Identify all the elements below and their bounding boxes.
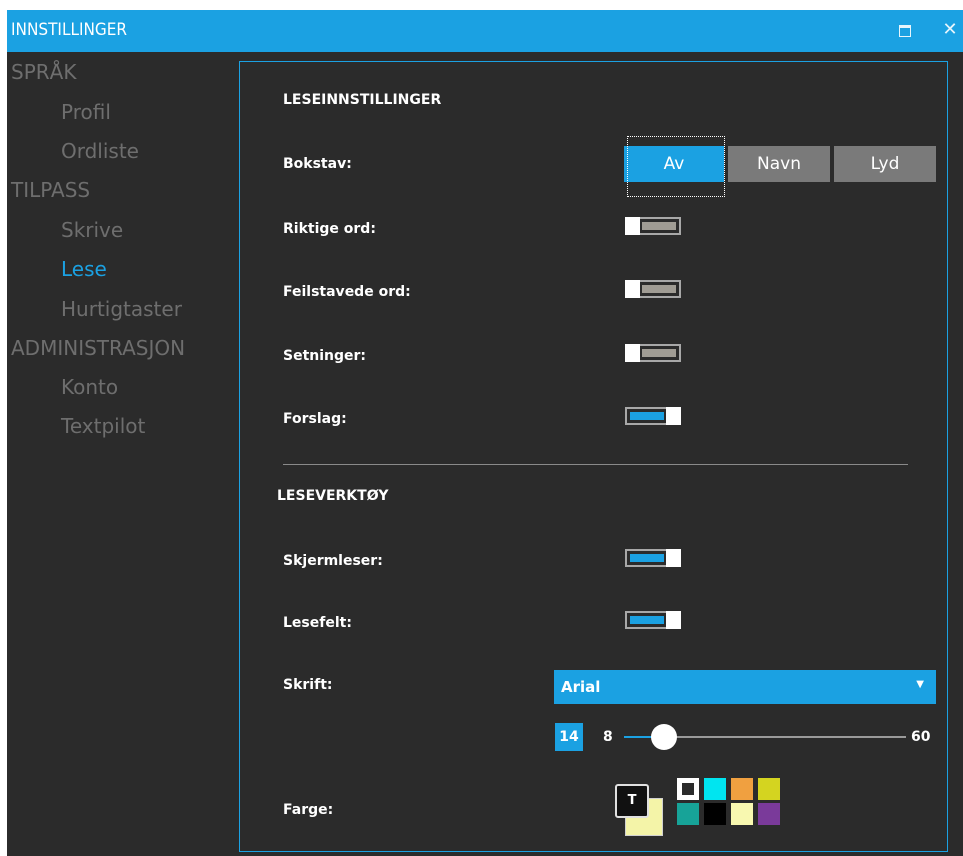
sidebar-section-administrasjon[interactable]: ADMINISTRASJON xyxy=(11,336,185,360)
sidebar-item-skrive[interactable]: Skrive xyxy=(61,218,123,242)
slider-thumb[interactable] xyxy=(651,724,677,750)
label-riktige-ord: Riktige ord: xyxy=(283,221,376,237)
color-swatch[interactable] xyxy=(758,778,780,800)
sidebar-section-tilpass[interactable]: TILPASS xyxy=(11,178,90,202)
segment-navn[interactable]: Navn xyxy=(728,146,830,182)
label-farge: Farge: xyxy=(283,802,334,818)
sidebar-item-profil[interactable]: Profil xyxy=(61,100,111,124)
color-swatch[interactable] xyxy=(677,778,699,800)
font-dropdown-value: Arial xyxy=(561,678,601,696)
toggle-setninger[interactable] xyxy=(625,344,681,362)
toggle-skjermleser[interactable] xyxy=(625,549,681,567)
label-bokstav: Bokstav: xyxy=(283,156,352,172)
label-forslag: Forslag: xyxy=(283,411,347,427)
sidebar-item-textpilot[interactable]: Textpilot xyxy=(61,414,145,438)
font-dropdown[interactable]: Arial ▼ xyxy=(554,670,936,704)
label-feilstavede-ord: Feilstavede ord: xyxy=(283,284,411,300)
text-color-preview[interactable]: T xyxy=(615,784,649,818)
color-swatch[interactable] xyxy=(731,803,753,825)
sidebar-section-sprak[interactable]: SPRÅK xyxy=(11,60,76,84)
close-icon[interactable]: ✕ xyxy=(938,18,962,42)
maximize-icon[interactable] xyxy=(893,18,917,42)
color-swatch[interactable] xyxy=(704,803,726,825)
section-divider xyxy=(283,464,908,465)
toggle-lesefelt[interactable] xyxy=(625,611,681,629)
sidebar-item-lese[interactable]: Lese xyxy=(61,257,107,281)
section-title-reading: LESEINNSTILLINGER xyxy=(283,92,442,108)
color-swatch[interactable] xyxy=(731,778,753,800)
font-size-slider[interactable] xyxy=(624,724,906,750)
section-title-tools: LESEVERKTØY xyxy=(277,488,389,504)
segment-lyd[interactable]: Lyd xyxy=(834,146,936,182)
toggle-riktige-ord[interactable] xyxy=(625,217,681,235)
settings-window: INNSTILLINGER ✕ SPRÅK Profil Ordliste TI… xyxy=(7,10,963,856)
window-title: INNSTILLINGER xyxy=(11,20,128,40)
color-swatch[interactable] xyxy=(677,803,699,825)
slider-min-label: 8 xyxy=(603,729,613,745)
focus-ring xyxy=(627,136,725,197)
label-setninger: Setninger: xyxy=(283,348,367,364)
slider-max-label: 60 xyxy=(911,729,931,745)
font-size-value: 14 xyxy=(555,723,583,751)
sidebar-item-ordliste[interactable]: Ordliste xyxy=(61,139,139,163)
color-swatch[interactable] xyxy=(704,778,726,800)
sidebar-item-hurtigtaster[interactable]: Hurtigtaster xyxy=(61,297,182,321)
toggle-forslag[interactable] xyxy=(625,407,681,425)
color-swatch[interactable] xyxy=(758,803,780,825)
toggle-feilstavede-ord[interactable] xyxy=(625,280,681,298)
sidebar-item-konto[interactable]: Konto xyxy=(61,375,118,399)
label-skrift: Skrift: xyxy=(283,677,333,693)
chevron-down-icon: ▼ xyxy=(916,679,924,690)
label-lesefelt: Lesefelt: xyxy=(283,615,352,631)
label-skjermleser: Skjermleser: xyxy=(283,553,383,569)
settings-panel: LESEINNSTILLINGER Bokstav: Av Navn Lyd R… xyxy=(239,61,948,852)
title-bar[interactable]: INNSTILLINGER ✕ xyxy=(7,10,963,52)
slider-fill xyxy=(624,736,652,738)
